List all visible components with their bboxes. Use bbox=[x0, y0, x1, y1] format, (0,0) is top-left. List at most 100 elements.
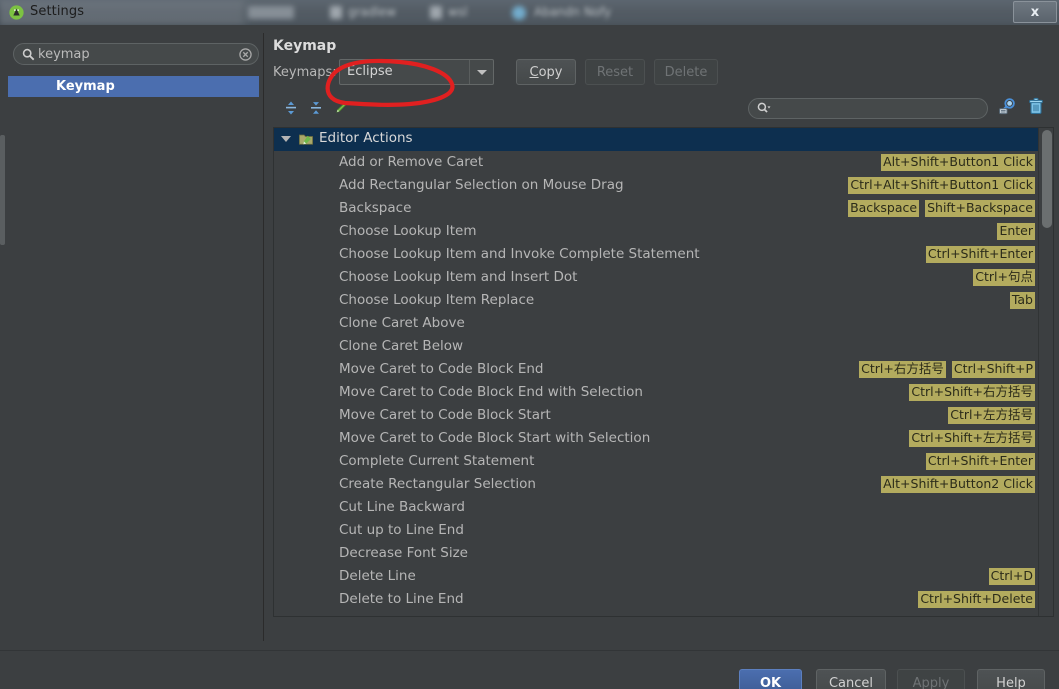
table-row[interactable]: Move Caret to Code Block Start Ctrl+左方括号 bbox=[274, 404, 1038, 427]
shortcut-badge[interactable]: Backspace bbox=[848, 200, 920, 217]
keymap-toolbar bbox=[273, 95, 1054, 123]
shortcut-list: Alt+Shift+Button1 Click bbox=[881, 154, 1035, 171]
table-row[interactable]: Backspace Backspace Shift+Backspace bbox=[274, 197, 1038, 220]
table-row[interactable]: Move Caret to Code Block Start with Sele… bbox=[274, 427, 1038, 450]
shortcut-list: Enter bbox=[997, 223, 1035, 240]
action-name: Backspace bbox=[339, 200, 412, 216]
copy-button-mnemonic: C bbox=[529, 64, 539, 80]
keymap-combobox[interactable]: Eclipse bbox=[339, 59, 494, 85]
sidebar-item-label: Keymap bbox=[56, 79, 115, 94]
settings-search-box[interactable]: keymap bbox=[13, 43, 259, 65]
tree-group-row-editor-actions[interactable]: Editor Actions bbox=[274, 128, 1038, 151]
copy-keymap-button[interactable]: Copy bbox=[516, 59, 576, 85]
table-row[interactable]: Move Caret to Code Block End with Select… bbox=[274, 381, 1038, 404]
title-bar: gradlew wsl Abandn Nofy Settings x bbox=[0, 0, 1059, 25]
sidebar-item-keymap[interactable]: Keymap bbox=[8, 76, 259, 97]
ok-button[interactable]: OK bbox=[739, 669, 802, 689]
search-dropdown-icon[interactable] bbox=[757, 102, 771, 116]
keymap-tree[interactable]: Editor Actions Add or Remove Caret Alt+Sh… bbox=[273, 127, 1054, 617]
action-name: Delete Line bbox=[339, 568, 416, 584]
chevron-down-icon[interactable] bbox=[281, 136, 291, 142]
table-row[interactable]: Cut up to Line End bbox=[274, 519, 1038, 542]
shortcut-badge[interactable]: Ctrl+右方括号 bbox=[859, 361, 946, 378]
search-icon bbox=[22, 48, 35, 61]
shortcut-list: Ctrl+Shift+Enter bbox=[925, 453, 1035, 470]
apply-button[interactable]: Apply bbox=[897, 669, 965, 689]
action-name: Delete to Line End bbox=[339, 591, 464, 607]
delete-keymap-button[interactable]: Delete bbox=[654, 59, 718, 85]
shortcut-badge[interactable]: Ctrl+Shift+Delete bbox=[918, 591, 1035, 608]
table-row[interactable]: Choose Lookup Item and Invoke Complete S… bbox=[274, 243, 1038, 266]
shortcut-list: Ctrl+右方括号 Ctrl+Shift+P bbox=[859, 361, 1035, 378]
action-name: Choose Lookup Item Replace bbox=[339, 292, 535, 308]
titlebar-blurred-background bbox=[0, 0, 1059, 25]
table-row[interactable]: Complete Current Statement Ctrl+Shift+Ent… bbox=[274, 450, 1038, 473]
edit-pencil-icon[interactable] bbox=[330, 97, 352, 119]
table-row[interactable]: Delete to Line End Ctrl+Shift+Delete bbox=[274, 588, 1038, 611]
shortcut-badge[interactable]: Ctrl+句点 bbox=[973, 269, 1035, 286]
reset-keymap-button[interactable]: Reset bbox=[585, 59, 645, 85]
shortcut-badge[interactable]: Alt+Shift+Button1 Click bbox=[881, 154, 1035, 171]
table-row[interactable]: Add or Remove Caret Alt+Shift+Button1 Cli… bbox=[274, 151, 1038, 174]
action-name: Add or Remove Caret bbox=[339, 154, 484, 170]
shortcut-badge[interactable]: Ctrl+Shift+左方括号 bbox=[909, 430, 1035, 447]
action-name: Move Caret to Code Block Start bbox=[339, 407, 551, 423]
action-name: Clone Caret Below bbox=[339, 338, 464, 354]
help-button[interactable]: Help bbox=[977, 669, 1045, 689]
tree-vertical-scrollbar[interactable] bbox=[1038, 128, 1053, 616]
keymap-tree-scroll-area[interactable]: Editor Actions Add or Remove Caret Alt+Sh… bbox=[274, 128, 1053, 616]
table-row[interactable]: Delete Line Ctrl+D bbox=[274, 565, 1038, 588]
cancel-button[interactable]: Cancel bbox=[816, 669, 886, 689]
shortcut-badge[interactable]: Ctrl+Alt+Shift+Button1 Click bbox=[848, 177, 1035, 194]
shortcut-badge[interactable]: Ctrl+左方括号 bbox=[948, 407, 1035, 424]
dialog-body: keymap Keymap Keymap Keymaps: Eclipse C … bbox=[0, 25, 1059, 689]
clear-circle-icon[interactable] bbox=[239, 48, 252, 61]
copy-button-rest: opy bbox=[538, 64, 563, 80]
tree-group-label: Editor Actions bbox=[319, 130, 413, 146]
settings-search-input[interactable]: keymap bbox=[38, 46, 90, 64]
table-row[interactable]: Choose Lookup Item Enter bbox=[274, 220, 1038, 243]
table-row[interactable]: Create Rectangular Selection Alt+Shift+Bu… bbox=[274, 473, 1038, 496]
shortcut-badge[interactable]: Shift+Backspace bbox=[925, 200, 1035, 217]
keymap-settings-panel: Keymap Keymaps: Eclipse Copy Reset Delet… bbox=[265, 33, 1054, 641]
shortcut-badge[interactable]: Ctrl+Shift+P bbox=[951, 361, 1035, 378]
expand-all-icon[interactable] bbox=[280, 97, 302, 119]
table-row[interactable]: Choose Lookup Item and Insert Dot Ctrl+句点 bbox=[274, 266, 1038, 289]
shortcut-badge[interactable]: Ctrl+D bbox=[988, 568, 1035, 585]
shortcut-badge[interactable]: Alt+Shift+Button2 Click bbox=[881, 476, 1035, 493]
action-name: Cut up to Line End bbox=[339, 522, 464, 538]
tree-scrollbar-thumb[interactable] bbox=[1042, 130, 1052, 228]
table-row[interactable]: Move Caret to Code Block End Ctrl+右方括号 Ctr… bbox=[274, 358, 1038, 381]
table-row[interactable]: Cut Line Backward bbox=[274, 496, 1038, 519]
action-name: Choose Lookup Item bbox=[339, 223, 477, 239]
action-name: Choose Lookup Item and Insert Dot bbox=[339, 269, 578, 285]
keymap-combobox-arrow[interactable] bbox=[469, 60, 493, 84]
action-name: Choose Lookup Item and Invoke Complete S… bbox=[339, 246, 700, 262]
tree-rows-container: Add or Remove Caret Alt+Shift+Button1 Cli… bbox=[274, 151, 1053, 611]
table-row[interactable]: Clone Caret Above bbox=[274, 312, 1038, 335]
android-studio-icon bbox=[9, 5, 24, 20]
close-button[interactable]: x bbox=[1013, 1, 1057, 23]
table-row[interactable]: Choose Lookup Item Replace Tab bbox=[274, 289, 1038, 312]
collapse-all-icon[interactable] bbox=[305, 97, 327, 119]
shortcut-list: Ctrl+Shift+右方括号 bbox=[909, 384, 1035, 401]
page-title: Keymap bbox=[273, 38, 337, 54]
shortcut-badge[interactable]: Enter bbox=[997, 223, 1035, 240]
trash-icon[interactable] bbox=[1026, 96, 1050, 120]
action-name: Create Rectangular Selection bbox=[339, 476, 536, 492]
shortcut-badge[interactable]: Tab bbox=[1009, 292, 1035, 309]
action-name: Complete Current Statement bbox=[339, 453, 535, 469]
action-name: Move Caret to Code Block End bbox=[339, 361, 544, 377]
shortcut-list: Ctrl+D bbox=[988, 568, 1035, 585]
shortcut-find-box[interactable] bbox=[748, 98, 988, 119]
find-by-shortcut-icon[interactable] bbox=[997, 96, 1021, 120]
action-name: Move Caret to Code Block Start with Sele… bbox=[339, 430, 651, 446]
shortcut-badge[interactable]: Ctrl+Shift+右方括号 bbox=[909, 384, 1035, 401]
shortcut-badge[interactable]: Ctrl+Shift+Enter bbox=[925, 246, 1035, 263]
action-name: Move Caret to Code Block End with Select… bbox=[339, 384, 643, 400]
table-row[interactable]: Decrease Font Size bbox=[274, 542, 1038, 565]
action-name: Decrease Font Size bbox=[339, 545, 468, 561]
table-row[interactable]: Clone Caret Below bbox=[274, 335, 1038, 358]
table-row[interactable]: Add Rectangular Selection on Mouse Drag C… bbox=[274, 174, 1038, 197]
shortcut-badge[interactable]: Ctrl+Shift+Enter bbox=[925, 453, 1035, 470]
